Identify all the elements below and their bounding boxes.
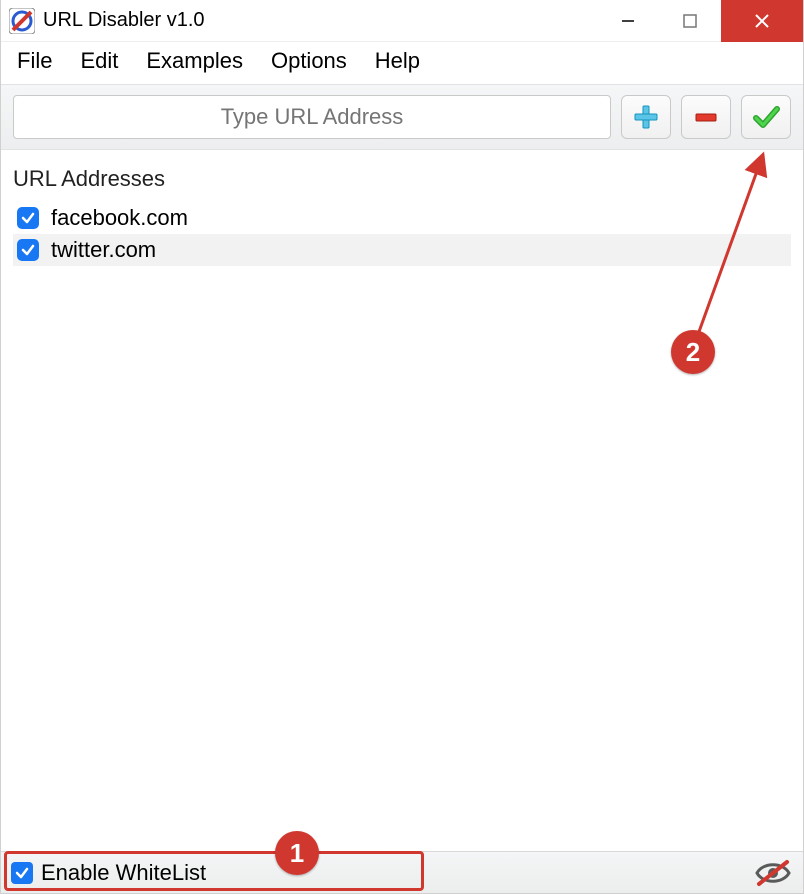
url-label: facebook.com <box>51 205 188 231</box>
url-checkbox[interactable] <box>17 239 39 261</box>
statusbar: Enable WhiteList <box>1 851 803 893</box>
menu-file[interactable]: File <box>17 48 52 74</box>
maximize-icon <box>683 14 697 28</box>
menu-help[interactable]: Help <box>375 48 420 74</box>
url-list: URL Addresses facebook.com twitter.com <box>1 150 803 266</box>
url-input[interactable] <box>13 95 611 139</box>
menu-options[interactable]: Options <box>271 48 347 74</box>
checkmark-icon <box>21 243 35 257</box>
list-header: URL Addresses <box>13 166 791 192</box>
annotation-callout-2: 2 <box>671 330 715 374</box>
visibility-toggle[interactable] <box>753 858 793 888</box>
titlebar: URL Disabler v1.0 <box>1 0 803 42</box>
whitelist-label: Enable WhiteList <box>41 860 206 886</box>
close-icon <box>753 12 771 30</box>
minus-icon <box>692 103 720 131</box>
maximize-button[interactable] <box>659 0 721 42</box>
window-title: URL Disabler v1.0 <box>43 9 205 32</box>
checkmark-icon <box>15 866 29 880</box>
menubar: File Edit Examples Options Help <box>1 42 803 84</box>
list-item[interactable]: facebook.com <box>13 202 791 234</box>
whitelist-checkbox[interactable] <box>11 862 33 884</box>
menu-examples[interactable]: Examples <box>146 48 243 74</box>
add-button[interactable] <box>621 95 671 139</box>
url-label: twitter.com <box>51 237 156 263</box>
check-icon <box>752 103 780 131</box>
app-icon <box>9 8 35 34</box>
close-button[interactable] <box>721 0 803 42</box>
apply-button[interactable] <box>741 95 791 139</box>
toolbar <box>1 84 803 150</box>
eye-off-icon <box>753 858 793 888</box>
plus-icon <box>632 103 660 131</box>
remove-button[interactable] <box>681 95 731 139</box>
url-checkbox[interactable] <box>17 207 39 229</box>
minimize-button[interactable] <box>597 0 659 42</box>
minimize-icon <box>620 13 636 29</box>
menu-edit[interactable]: Edit <box>80 48 118 74</box>
list-item[interactable]: twitter.com <box>13 234 791 266</box>
checkmark-icon <box>21 211 35 225</box>
